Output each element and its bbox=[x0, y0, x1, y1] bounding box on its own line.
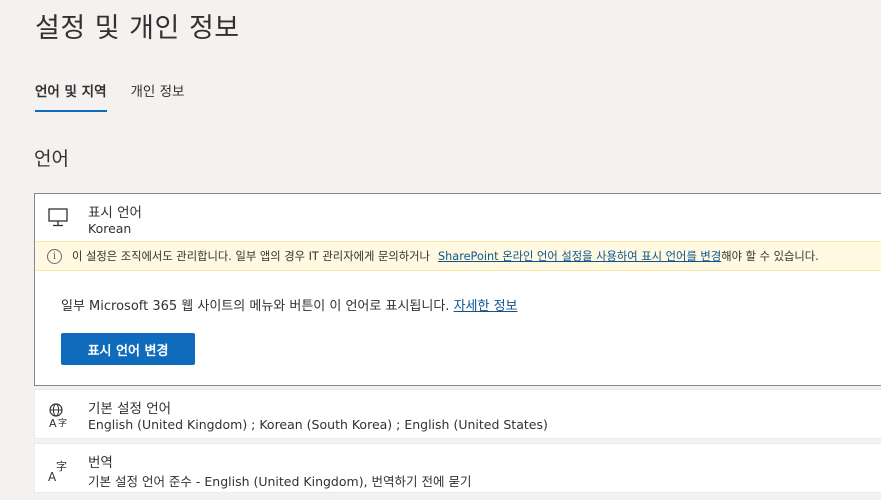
preferred-languages-value: English (United Kingdom) ; Korean (South… bbox=[88, 417, 548, 432]
svg-text:A: A bbox=[49, 417, 57, 430]
svg-text:字: 字 bbox=[56, 459, 67, 473]
translation-title: 번역 bbox=[88, 455, 113, 471]
description-text: 일부 Microsoft 365 웹 사이트의 메뉴와 버튼이 이 언어로 표시… bbox=[61, 299, 454, 314]
tab-privacy[interactable]: 개인 정보 bbox=[131, 78, 185, 112]
tab-bar: 언어 및 지역 개인 정보 bbox=[35, 78, 208, 112]
svg-text:字: 字 bbox=[58, 417, 67, 429]
managed-setting-banner: i 이 설정은 조직에서도 관리합니다. 일부 앱의 경우 IT 관리자에게 문… bbox=[35, 241, 881, 271]
translate-icon: 字 A bbox=[48, 459, 67, 484]
info-icon: i bbox=[47, 248, 62, 264]
display-language-card: 표시 언어 Korean i 이 설정은 조직에서도 관리합니다. 일부 앱의 … bbox=[34, 193, 881, 386]
display-language-title: 표시 언어 bbox=[88, 205, 142, 221]
display-language-header[interactable]: 표시 언어 Korean bbox=[35, 194, 881, 240]
language-icon: A 字 bbox=[49, 403, 67, 430]
banner-text: 이 설정은 조직에서도 관리합니다. 일부 앱의 경우 IT 관리자에게 문의하… bbox=[72, 250, 430, 263]
section-title-language: 언어 bbox=[34, 148, 69, 170]
banner-text-end: 해야 할 수 있습니다. bbox=[721, 250, 819, 263]
tab-language-region[interactable]: 언어 및 지역 bbox=[35, 78, 107, 112]
translation-value: 기본 설정 언어 준수 - English (United Kingdom), … bbox=[88, 474, 472, 489]
change-display-language-button[interactable]: 표시 언어 변경 bbox=[61, 333, 195, 365]
preferred-languages-row[interactable]: A 字 기본 설정 언어 English (United Kingdom) ; … bbox=[34, 389, 881, 439]
monitor-icon bbox=[48, 208, 68, 227]
page-title: 설정 및 개인 정보 bbox=[35, 13, 240, 44]
sharepoint-language-link[interactable]: SharePoint 온라인 언어 설정을 사용하여 표시 언어를 변경 bbox=[438, 248, 721, 264]
translation-row[interactable]: 字 A 번역 기본 설정 언어 준수 - English (United Kin… bbox=[34, 443, 881, 493]
display-language-description: 일부 Microsoft 365 웹 사이트의 메뉴와 버튼이 이 언어로 표시… bbox=[61, 295, 518, 314]
learn-more-link[interactable]: 자세한 정보 bbox=[454, 299, 518, 314]
display-language-value: Korean bbox=[88, 221, 132, 236]
svg-text:A: A bbox=[48, 470, 57, 484]
preferred-languages-title: 기본 설정 언어 bbox=[88, 401, 172, 417]
